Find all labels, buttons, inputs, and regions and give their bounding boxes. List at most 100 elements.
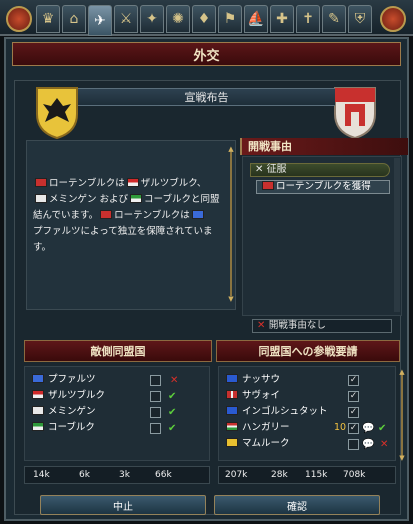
checkbox [150,391,161,402]
tab-trade[interactable]: ⛵ [244,5,268,33]
enemy-strength-stats: 14k 6k 3k 66k [24,466,210,484]
list-item: プファルツ [30,373,150,387]
crown-icon[interactable] [6,6,32,32]
green-check-icon: ✔ [168,391,177,402]
cb-target-option[interactable]: ローテンブルクを獲得 [256,180,390,194]
salzburg-flag-icon [126,178,139,187]
nassau-flag-icon [226,374,238,383]
tab-estates[interactable]: ⛨ [348,5,372,33]
rothenburg-flag-icon [35,178,47,187]
tab-religion[interactable]: ✺ [166,5,190,33]
trust-value: 10 [334,422,347,433]
casus-belli-scrollbar[interactable] [394,158,400,312]
attacker-shield[interactable] [33,84,81,140]
religion-icon: ✺ [172,11,184,27]
total-stat: 708k [343,470,366,480]
declare-war-subtitle: 宣戦布告 [78,88,335,106]
green-check-icon: ✔ [168,407,177,418]
memmingen-flag-icon [32,406,44,415]
hungary-flag-icon [226,422,238,431]
call-checkbox[interactable] [348,439,359,450]
tab-ideas[interactable]: ♦ [192,5,216,33]
goods-icon: ✦ [146,11,158,27]
target-shield[interactable] [331,84,379,140]
palatinate-flag-icon [32,374,44,383]
ingolstadt-flag-icon [226,406,238,415]
tab-government[interactable]: ⌂ [62,5,86,33]
list-item: メミンゲン [30,405,150,419]
coburg-flag-icon [32,422,44,431]
list-item: ザルツブルク [30,389,150,403]
checkbox [150,375,161,386]
description-scrollbar[interactable]: ▲ ▼ [227,146,235,303]
red-cross-icon: ✕ [380,439,389,450]
court-icon: ♛ [41,11,55,27]
tab-stability[interactable]: ✚ [270,5,294,33]
tab-faith[interactable]: ✝ [296,5,320,33]
tab-decisions[interactable]: ✎ [322,5,346,33]
list-item: コーブルク [30,421,150,435]
shield-icon: ⛨ [354,11,366,27]
tab-bar: ♛ ⌂ ✈ ⚔ ✦ ✺ ♦ ⚑ ⛵ ✚ ✝ ✎ ⛨ [0,0,413,36]
flag-icon: ⚑ [223,11,237,27]
enemy-allies-title: 敵側同盟国 [24,340,212,362]
bulb-icon: ♦ [197,11,211,27]
dove-icon: ✈ [94,12,106,29]
soldiers-icon: ⚔ [119,11,133,27]
ship-icon: ⛵ [247,11,265,27]
call-allies-title: 同盟国への参戦要請 [216,340,400,362]
salzburg-flag-icon [32,390,44,399]
red-cross-icon: ✕ [170,375,179,386]
allied-strength-stats: 207k 28k 115k 708k [218,466,396,484]
crossed-swords-icon: ✕ [255,164,267,175]
confirm-button[interactable]: 確認 [214,495,380,515]
scroll-up-icon[interactable]: ▲ [398,368,406,376]
total-stat: 66k [155,470,172,480]
coburg-flag-icon [130,194,143,203]
palatinate-flag-icon [191,210,204,219]
list-item[interactable]: サヴォイ [224,389,344,403]
rothenburg-flag-icon [262,181,274,190]
rothenburg-flag-icon [100,210,113,219]
nation-icon[interactable] [380,6,406,32]
call-checkbox[interactable]: ✓ [348,375,359,386]
speech-bubble-icon: 💬 [362,439,375,450]
savoy-flag-icon [226,390,238,399]
tab-diplomacy[interactable]: ✈ [88,5,112,36]
tab-military[interactable]: ⚔ [114,5,138,33]
cross-icon: ✝ [302,11,314,27]
call-checkbox[interactable]: ✓ [348,423,359,434]
building-icon: ⌂ [69,11,79,27]
list-item[interactable]: マムルーク [224,437,344,451]
tab-court[interactable]: ♛ [36,5,60,33]
window-title: 外交 [12,42,401,66]
speech-bubble-icon: 💬 [362,423,375,434]
green-check-icon: ✔ [168,423,177,434]
casus-belli-header: 開戦事由 [240,138,408,155]
cavalry-stat: 28k [271,470,288,480]
cancel-button[interactable]: 中止 [40,495,206,515]
green-check-icon: ✔ [378,423,387,434]
tab-economy[interactable]: ✦ [140,5,164,33]
tab-missions[interactable]: ⚑ [218,5,242,33]
allies-scrollbar[interactable]: ▲ ▼ [398,368,406,462]
infantry-stat: 14k [33,470,50,480]
scroll-down-icon[interactable]: ▼ [227,296,235,303]
call-checkbox[interactable]: ✓ [348,407,359,418]
artillery-stat: 3k [119,470,130,480]
call-checkbox[interactable]: ✓ [348,391,359,402]
artillery-stat: 115k [305,470,328,480]
red-cross-icon: ✕ [257,320,269,331]
memmingen-flag-icon [35,194,47,203]
list-item[interactable]: ハンガリー [224,421,344,435]
no-casus-belli: ✕ 開戦事由なし [252,319,392,333]
list-item[interactable]: インゴルシュタット [224,405,344,419]
scroll-down-icon[interactable]: ▼ [398,454,406,462]
checkbox [150,423,161,434]
infantry-stat: 207k [225,470,248,480]
cb-conquest[interactable]: ✕ 征服 [250,163,390,177]
scroll-icon: ✎ [328,11,340,27]
tax-icon: ✚ [276,11,288,27]
war-description: ローテンブルクは ザルツブルク、 メミンゲン および コーブルクと同盟 結んでいます… [33,178,220,253]
list-item[interactable]: ナッサウ [224,373,344,387]
